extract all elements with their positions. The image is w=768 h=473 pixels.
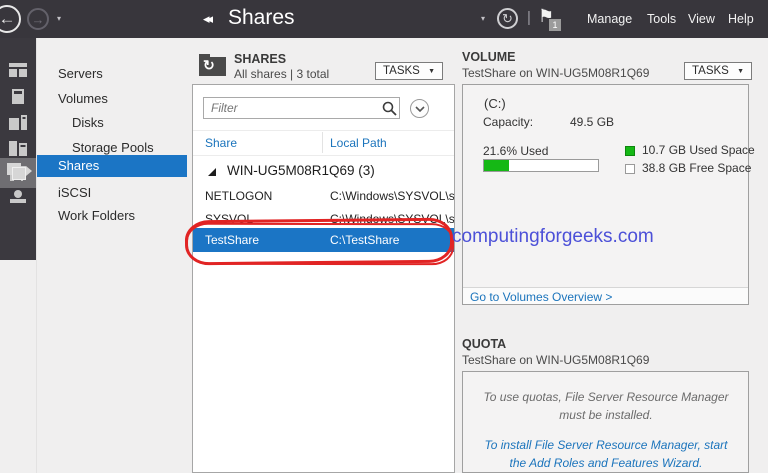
address-caret-icon[interactable]: ▾ xyxy=(481,14,485,23)
quota-message: To use quotas, File Server Resource Mana… xyxy=(480,388,732,424)
column-header-local-path[interactable]: Local Path xyxy=(330,136,387,150)
local-server-icon[interactable] xyxy=(6,86,30,106)
used-space-swatch xyxy=(625,146,635,156)
quota-panel-title: QUOTA xyxy=(462,337,506,351)
sidebar-item-disks[interactable]: Disks xyxy=(72,115,104,130)
header-separator xyxy=(193,130,454,131)
used-space-label: 10.7 GB Used Space xyxy=(642,143,755,157)
used-percent-label: 21.6% Used xyxy=(483,144,548,158)
shares-panel-subtitle: All shares | 3 total xyxy=(234,67,329,81)
filter-options-button[interactable] xyxy=(410,99,429,118)
certificate-icon[interactable] xyxy=(6,186,30,206)
breadcrumb-arrows-icon: ◂◂ xyxy=(203,11,210,27)
sidebar-item-storage-pools[interactable]: Storage Pools xyxy=(72,140,154,155)
capacity-value: 49.5 GB xyxy=(570,115,614,129)
shares-folder-icon: ↻ xyxy=(199,54,226,76)
table-row-netlogon-share[interactable]: NETLOGON xyxy=(205,189,272,203)
column-header-share[interactable]: Share xyxy=(205,136,237,150)
tasks-caret-icon: ▼ xyxy=(737,68,744,75)
volume-tasks-button[interactable]: TASKS ▼ xyxy=(684,62,752,80)
sidebar-item-shares[interactable]: Shares xyxy=(58,158,99,173)
shares-tasks-button[interactable]: TASKS ▼ xyxy=(375,62,443,80)
search-icon[interactable] xyxy=(382,101,397,116)
dashboard-icon[interactable] xyxy=(6,60,30,80)
refresh-icon: ↻ xyxy=(502,11,513,27)
server-group-label[interactable]: WIN-UG5M08R1Q69 (3) xyxy=(227,163,375,178)
filter-input[interactable] xyxy=(203,97,400,119)
header-separator xyxy=(193,155,454,156)
sidebar-item-work-folders[interactable]: Work Folders xyxy=(58,208,135,223)
table-row-netlogon-path[interactable]: C:\Windows\SYSVOL\sys xyxy=(330,189,454,203)
free-space-swatch xyxy=(625,164,635,174)
page-title: Shares xyxy=(228,6,295,30)
column-divider xyxy=(322,132,323,153)
forward-button[interactable]: → xyxy=(27,8,49,30)
nav-history-caret-icon[interactable]: ▾ xyxy=(57,14,61,23)
folders-icon[interactable] xyxy=(7,163,27,186)
used-space-bar xyxy=(483,159,599,172)
volumes-overview-link[interactable]: Go to Volumes Overview > xyxy=(470,290,612,304)
forward-arrow-icon: → xyxy=(32,12,45,27)
quota-panel-subtitle: TestShare on WIN-UG5M08R1Q69 xyxy=(462,353,649,367)
quota-install-link[interactable]: To install File Server Resource Manager,… xyxy=(480,436,732,472)
servers-group-icon[interactable] xyxy=(6,138,30,158)
volume-panel-title: VOLUME xyxy=(462,50,515,64)
all-servers-icon[interactable] xyxy=(6,112,30,132)
used-bar-fill xyxy=(484,160,509,171)
sidebar-item-volumes[interactable]: Volumes xyxy=(58,91,108,106)
server-manager-window: ← → ▾ ◂◂ Shares ▾ ↻ | ⚑ 1 Manage Tools V… xyxy=(0,0,768,473)
menu-manage[interactable]: Manage xyxy=(587,12,632,26)
free-space-label: 38.8 GB Free Space xyxy=(642,161,751,175)
sidebar-item-servers[interactable]: Servers xyxy=(58,66,103,81)
menu-tools[interactable]: Tools xyxy=(647,12,676,26)
back-arrow-icon: ← xyxy=(0,9,16,29)
expand-strip-icon[interactable] xyxy=(26,166,32,176)
chevron-down-icon xyxy=(415,106,425,112)
tasks-caret-icon: ▼ xyxy=(428,68,435,75)
menu-help[interactable]: Help xyxy=(728,12,754,26)
shares-panel-title: SHARES xyxy=(234,52,286,66)
sidebar-item-iscsi[interactable]: iSCSI xyxy=(58,185,91,200)
notifications-button[interactable]: ⚑ 1 xyxy=(538,6,564,32)
red-annotation-ellipse xyxy=(185,218,453,266)
volume-panel-subtitle: TestShare on WIN-UG5M08R1Q69 xyxy=(462,66,649,80)
volume-tasks-label: TASKS xyxy=(692,65,729,77)
capacity-label: Capacity: xyxy=(483,115,533,129)
drive-letter-label: (C:) xyxy=(484,96,506,111)
menu-view[interactable]: View xyxy=(688,12,715,26)
sidebar-divider xyxy=(36,38,37,473)
shares-tasks-label: TASKS xyxy=(383,65,420,77)
group-collapse-triangle-icon[interactable] xyxy=(208,168,216,176)
refresh-button[interactable]: ↻ xyxy=(497,8,518,29)
watermark-text: computingforgeeks.com xyxy=(452,226,654,248)
notification-badge: 1 xyxy=(549,19,561,31)
topbar-separator: | xyxy=(527,9,531,26)
